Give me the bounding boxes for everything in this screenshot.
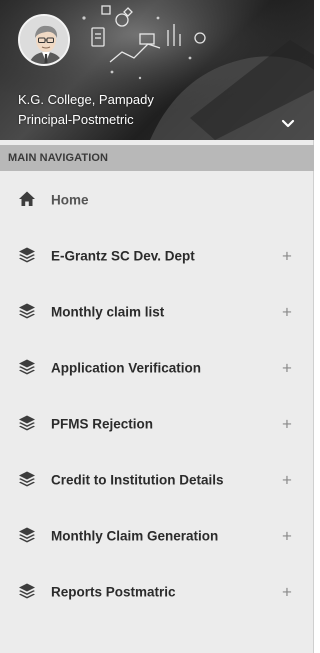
sidebar-item-label: Credit to Institution Details — [51, 472, 224, 488]
sidebar-item-label: Home — [51, 192, 89, 208]
sidebar-item-label: E-Grantz SC Dev. Dept — [51, 248, 195, 264]
layers-icon — [19, 359, 35, 375]
expand-plus-icon[interactable]: + — [282, 248, 292, 265]
user-role: Principal-Postmetric — [18, 112, 134, 127]
layers-icon — [19, 415, 35, 431]
sidebar-item-label: Reports Postmatric — [51, 584, 176, 600]
layers-icon — [19, 247, 35, 263]
sidebar-item-credit-to-institution-details[interactable]: Credit to Institution Details + — [6, 452, 308, 508]
sidebar-item-application-verification[interactable]: Application Verification + — [6, 340, 308, 396]
avatar — [18, 14, 70, 66]
layers-icon — [19, 583, 35, 599]
sidebar-item-pfms-rejection[interactable]: PFMS Rejection + — [6, 396, 308, 452]
layers-icon — [19, 471, 35, 487]
sidebar-menu: Home E-Grantz SC Dev. Dept + Monthly cla… — [6, 172, 308, 620]
user-name: K.G. College, Pampady — [18, 92, 154, 107]
sidebar-item-label: Monthly Claim Generation — [51, 528, 219, 544]
sidebar: K.G. College, Pampady Principal-Postmetr… — [0, 0, 314, 653]
expand-plus-icon[interactable]: + — [282, 528, 292, 545]
user-panel: K.G. College, Pampady Principal-Postmetr… — [0, 0, 314, 140]
layers-icon — [19, 303, 35, 319]
expand-plus-icon[interactable]: + — [282, 304, 292, 321]
expand-plus-icon[interactable]: + — [282, 584, 292, 601]
sidebar-item-label: PFMS Rejection — [51, 416, 154, 432]
sidebar-item-home[interactable]: Home — [6, 172, 308, 228]
expand-plus-icon[interactable]: + — [282, 472, 292, 489]
chevron-down-icon — [281, 119, 295, 128]
layers-icon — [19, 527, 35, 543]
sidebar-item-egrantz-sc-dev-dept[interactable]: E-Grantz SC Dev. Dept + — [6, 228, 308, 284]
main-navigation-header: MAIN NAVIGATION — [0, 145, 314, 171]
sidebar-item-reports-postmatric[interactable]: Reports Postmatric + — [6, 564, 308, 620]
home-icon — [19, 191, 35, 206]
sidebar-item-label: Application Verification — [51, 360, 202, 376]
sidebar-item-label: Monthly claim list — [51, 304, 165, 320]
expand-plus-icon[interactable]: + — [282, 360, 292, 377]
profile-dropdown-toggle[interactable] — [278, 114, 298, 134]
expand-plus-icon[interactable]: + — [282, 416, 292, 433]
sidebar-item-monthly-claim-list[interactable]: Monthly claim list + — [6, 284, 308, 340]
sidebar-item-monthly-claim-generation[interactable]: Monthly Claim Generation + — [6, 508, 308, 564]
